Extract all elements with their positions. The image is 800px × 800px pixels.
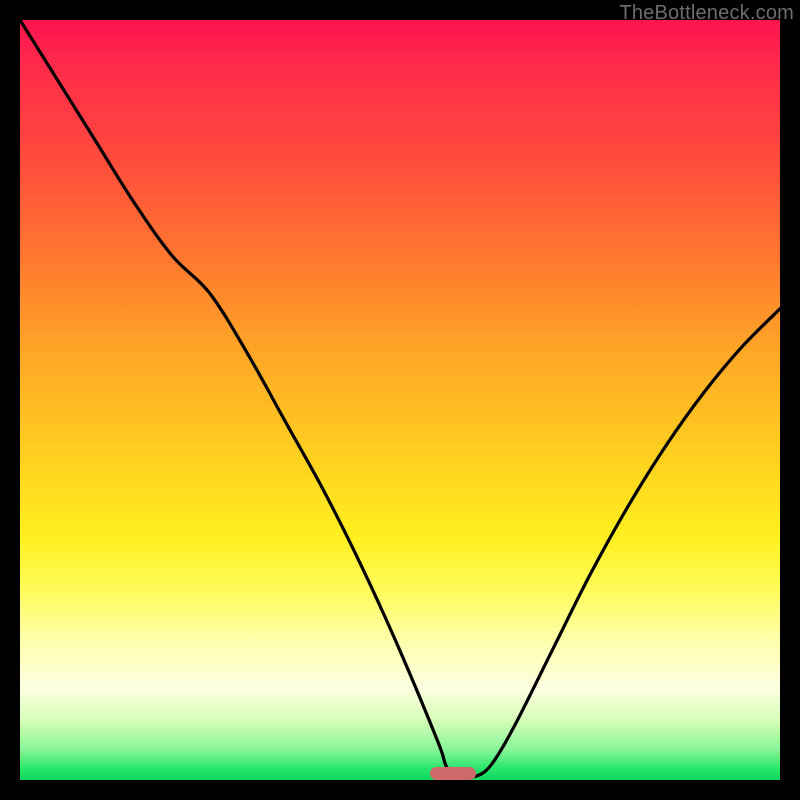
curve-path bbox=[20, 20, 780, 777]
optimal-point-marker bbox=[430, 767, 476, 780]
bottleneck-curve bbox=[20, 20, 780, 780]
chart-frame: TheBottleneck.com bbox=[0, 0, 800, 800]
chart-plot-area bbox=[20, 20, 780, 780]
